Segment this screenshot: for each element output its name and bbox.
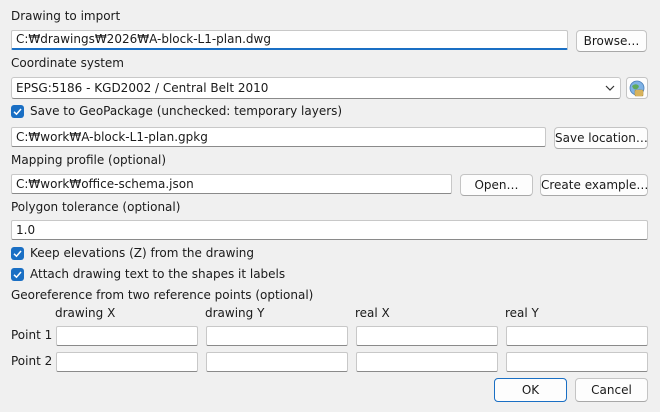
save-geopackage-checkbox[interactable] xyxy=(11,105,24,118)
attach-text-checkbox[interactable] xyxy=(11,268,24,281)
cancel-button[interactable]: Cancel xyxy=(575,378,648,402)
geopackage-path-input[interactable]: C:₩work₩A-block-L1-plan.gpkg xyxy=(11,127,546,147)
keep-elevations-label: Keep elevations (Z) from the drawing xyxy=(30,246,254,260)
point-1-drawing-x-input[interactable] xyxy=(56,326,198,346)
point-2-drawing-x-input[interactable] xyxy=(56,352,198,372)
georeference-label: Georeference from two reference points (… xyxy=(11,288,314,302)
keep-elevations-checkbox[interactable] xyxy=(11,247,24,260)
polygon-tolerance-input[interactable]: 1.0 xyxy=(11,220,648,240)
column-header-real-x: real X xyxy=(355,306,390,320)
point-2-drawing-y-input[interactable] xyxy=(206,352,348,372)
drawing-path-input[interactable]: C:₩drawings₩2026₩A-block-L1-plan.dwg xyxy=(11,30,568,50)
polygon-tolerance-label: Polygon tolerance (optional) xyxy=(11,200,181,214)
create-example-button[interactable]: Create example… xyxy=(540,174,648,196)
ok-button[interactable]: OK xyxy=(494,378,567,402)
point-2-real-x-input[interactable] xyxy=(356,352,498,372)
mapping-profile-label: Mapping profile (optional) xyxy=(11,153,167,167)
crs-selected-value: EPSG:5186 - KGD2002 / Central Belt 2010 xyxy=(16,81,269,95)
crs-select[interactable]: EPSG:5186 - KGD2002 / Central Belt 2010 xyxy=(11,77,621,99)
point-2-real-y-input[interactable] xyxy=(506,352,648,372)
column-header-real-y: real Y xyxy=(505,306,539,320)
globe-select-icon[interactable] xyxy=(626,77,648,99)
point-1-real-y-input[interactable] xyxy=(506,326,648,346)
point-2-label: Point 2 xyxy=(11,354,53,368)
attach-text-label: Attach drawing text to the shapes it lab… xyxy=(30,267,286,281)
save-location-button[interactable]: Save location… xyxy=(554,127,648,149)
drawing-label: Drawing to import xyxy=(11,9,121,23)
point-1-drawing-y-input[interactable] xyxy=(206,326,348,346)
column-header-drawing-x: drawing X xyxy=(55,306,116,320)
open-button[interactable]: Open… xyxy=(460,174,533,196)
browse-button[interactable]: Browse… xyxy=(576,30,647,52)
chevron-down-icon xyxy=(604,78,616,98)
save-geopackage-label: Save to GeoPackage (unchecked: temporary… xyxy=(30,104,343,118)
point-1-real-x-input[interactable] xyxy=(356,326,498,346)
column-header-drawing-y: drawing Y xyxy=(205,306,265,320)
point-1-label: Point 1 xyxy=(11,328,53,342)
mapping-profile-input[interactable]: C:₩work₩office-schema.json xyxy=(11,174,452,194)
crs-label: Coordinate system xyxy=(11,56,124,70)
